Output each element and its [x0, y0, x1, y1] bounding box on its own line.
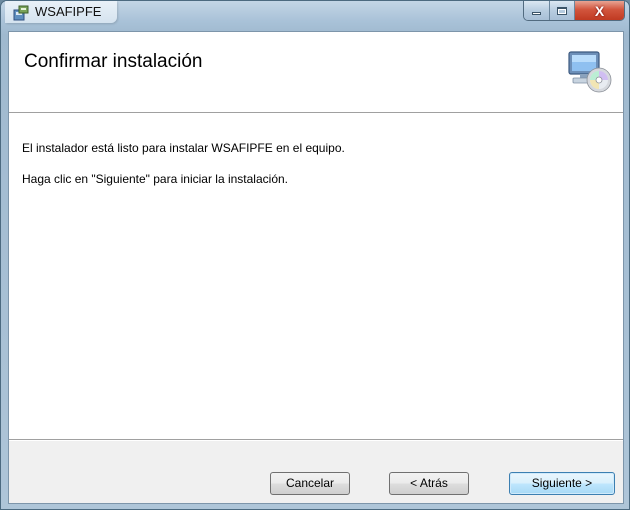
installer-window: WSAFIPFE X Confirmar instalación El inst…: [0, 0, 630, 510]
minimize-button[interactable]: [524, 1, 550, 20]
minimize-icon: [531, 12, 541, 15]
instruction-message: Haga clic en "Siguiente" para iniciar la…: [22, 172, 288, 186]
cancel-button[interactable]: Cancelar: [270, 472, 350, 495]
window-title: WSAFIPFE: [35, 4, 102, 19]
title-tab: WSAFIPFE: [5, 1, 117, 23]
dialog-footer: Cancelar < Atrás Siguiente >: [9, 441, 623, 503]
window-controls: X: [523, 1, 625, 21]
computer-cd-icon: [568, 51, 612, 93]
maximize-icon: [556, 6, 567, 15]
page-title: Confirmar instalación: [24, 51, 203, 72]
dialog-header: Confirmar instalación: [9, 32, 623, 112]
close-button[interactable]: X: [575, 1, 624, 20]
title-bar[interactable]: WSAFIPFE X: [1, 1, 629, 31]
close-icon: X: [594, 2, 605, 19]
installer-app-icon: [13, 5, 29, 21]
dialog-body: El instalador está listo para instalar W…: [9, 114, 623, 439]
dialog-client-area: Confirmar instalación El instalador está…: [8, 31, 624, 504]
back-button[interactable]: < Atrás: [389, 472, 469, 495]
next-button[interactable]: Siguiente >: [509, 472, 615, 495]
maximize-button[interactable]: [549, 1, 575, 20]
ready-message: El instalador está listo para instalar W…: [22, 141, 345, 155]
